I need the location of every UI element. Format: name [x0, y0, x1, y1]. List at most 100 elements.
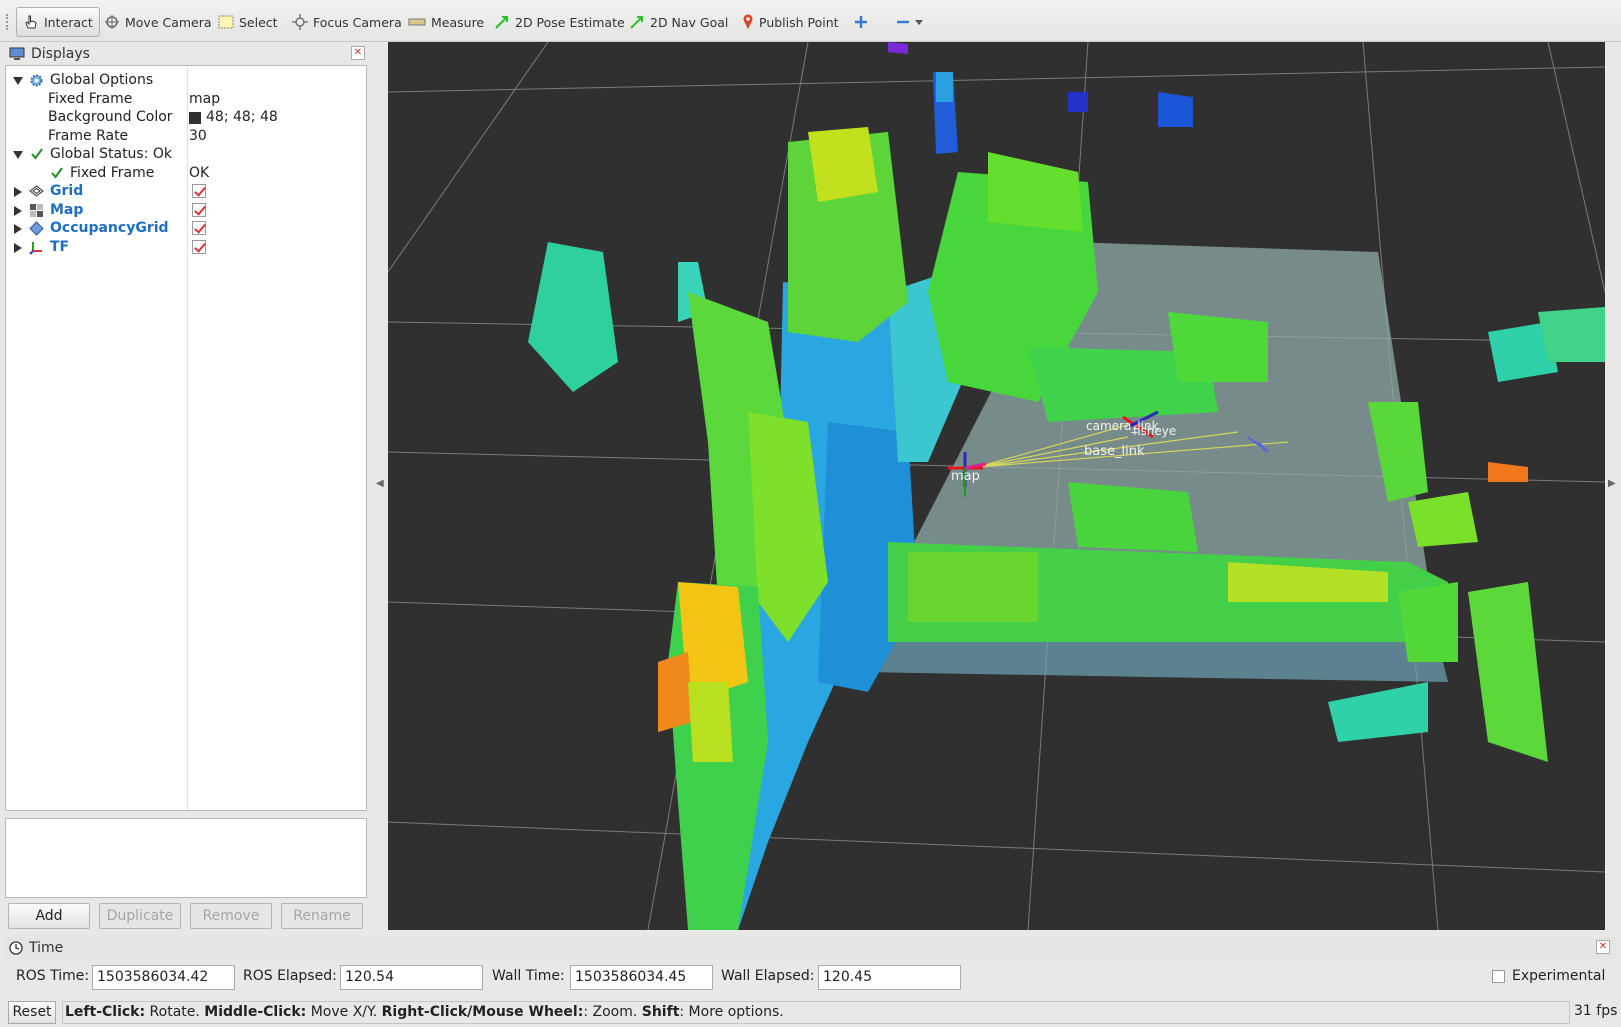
checkbox-checked[interactable]: [192, 184, 206, 198]
background-color-text: 48; 48; 48: [206, 109, 278, 125]
checkmark-icon: [31, 148, 43, 160]
toolbar-grip[interactable]: [6, 14, 10, 30]
color-swatch: [189, 111, 201, 124]
gear-icon: [30, 74, 43, 87]
ros-time-field[interactable]: 1503586034.42: [92, 965, 235, 990]
tree-row-tf[interactable]: TF: [6, 238, 366, 257]
close-time-button[interactable]: ✕: [1596, 940, 1610, 954]
grid-icon: [29, 185, 44, 197]
map-pin-icon: [743, 14, 753, 29]
displays-tree: Global Options Fixed Frame map Backgroun…: [5, 65, 367, 811]
measure-tool-button[interactable]: Measure: [402, 7, 490, 37]
map-frame-label: map: [951, 469, 980, 484]
fps-readout: 31 fps: [1574, 1003, 1618, 1019]
map-icon: [30, 204, 43, 217]
remove-display-button[interactable]: Remove: [190, 903, 272, 929]
tree-label: Frame Rate: [48, 128, 129, 144]
tree-label: Map: [50, 202, 84, 218]
checkbox-checked[interactable]: [192, 221, 206, 235]
checkmark-icon: [51, 167, 63, 179]
hint-left-click-action: Rotate.: [145, 1004, 205, 1020]
hint-middle-click-action: Move X/Y.: [306, 1004, 382, 1020]
select-tool-button[interactable]: Select: [212, 7, 284, 37]
tree-label: Background Color: [48, 109, 173, 125]
fixed-frame-status-value: OK: [189, 165, 210, 181]
wall-time-label: Wall Time:: [492, 968, 565, 984]
time-panel-title: Time ✕: [5, 937, 1616, 959]
tree-label: Fixed Frame: [70, 165, 155, 181]
green-arrow-icon: [630, 16, 643, 29]
tree-row-global-options[interactable]: Global Options: [6, 71, 366, 90]
background-color-value[interactable]: 48; 48; 48: [189, 108, 278, 127]
axes-icon: [29, 242, 42, 255]
publish-point-tool-button[interactable]: Publish Point: [736, 7, 845, 37]
tree-label: TF: [50, 239, 70, 255]
remove-tool-menu-button[interactable]: [890, 7, 929, 37]
hint-shift: Shift: [641, 1004, 680, 1020]
render-viewport[interactable]: map base_link camera_link fisheye: [388, 42, 1605, 930]
collapse-arrow-icon[interactable]: [13, 224, 23, 234]
select-tool-label: Select: [239, 14, 278, 30]
measure-tool-label: Measure: [431, 14, 485, 30]
wall-elapsed-label: Wall Elapsed:: [721, 968, 815, 984]
wall-elapsed-field[interactable]: 120.45: [818, 965, 961, 990]
ros-time-label: ROS Time:: [16, 968, 90, 984]
tree-row-background-color[interactable]: Background Color 48; 48; 48: [6, 108, 366, 127]
rename-display-button[interactable]: Rename: [281, 903, 363, 929]
tree-row-occupancygrid[interactable]: OccupancyGrid: [6, 219, 366, 238]
collapse-left-arrow-icon[interactable]: ◀: [376, 478, 384, 489]
interact-tool-label: Interact: [44, 14, 93, 30]
wall-time-field[interactable]: 1503586034.45: [570, 965, 713, 990]
2d-pose-estimate-tool-button[interactable]: 2D Pose Estimate: [488, 7, 631, 37]
monitor-icon: [9, 47, 25, 60]
focus-crosshair-icon: [292, 14, 308, 30]
duplicate-display-button[interactable]: Duplicate: [99, 903, 181, 929]
close-displays-button[interactable]: ✕: [351, 46, 365, 60]
3d-scene[interactable]: map base_link camera_link fisheye: [388, 42, 1605, 930]
tree-row-fixed-frame[interactable]: Fixed Frame map: [6, 90, 366, 109]
tree-row-global-status[interactable]: Global Status: Ok: [6, 145, 366, 164]
focus-camera-tool-button[interactable]: Focus Camera: [286, 7, 408, 37]
plus-icon: [855, 16, 867, 28]
fisheye-frame-label: fisheye: [1133, 424, 1176, 438]
expand-arrow-icon[interactable]: [13, 150, 23, 160]
green-arrow-icon: [495, 16, 508, 29]
map-enabled-checkbox[interactable]: [192, 203, 206, 217]
collapse-arrow-icon[interactable]: [13, 206, 23, 216]
checkbox-checked[interactable]: [192, 203, 206, 217]
move-camera-tool-button[interactable]: Move Camera: [98, 7, 218, 37]
add-tool-button[interactable]: [848, 7, 874, 37]
status-hint-text: Left-Click: Rotate. Middle-Click: Move X…: [62, 1001, 1570, 1024]
hint-left-click: Left-Click:: [65, 1004, 146, 1020]
tf-enabled-checkbox[interactable]: [192, 240, 206, 254]
collapse-right-arrow-icon[interactable]: ▶: [1608, 478, 1616, 489]
fixed-frame-value[interactable]: map: [189, 90, 220, 109]
hint-shift-action: : More options.: [679, 1004, 784, 1020]
reset-button[interactable]: Reset: [8, 1001, 56, 1024]
hint-middle-click: Middle-Click:: [204, 1004, 307, 1020]
expand-arrow-icon[interactable]: [13, 76, 23, 86]
tree-row-frame-rate[interactable]: Frame Rate 30: [6, 127, 366, 146]
minus-icon: [897, 20, 909, 24]
tree-label: Global Options: [50, 72, 154, 88]
collapse-arrow-icon[interactable]: [13, 187, 23, 197]
add-display-button[interactable]: Add: [8, 903, 90, 929]
displays-panel: Displays ✕ Global Options Fixed Frame ma…: [5, 43, 367, 811]
occupancygrid-enabled-checkbox[interactable]: [192, 221, 206, 235]
move-camera-tool-label: Move Camera: [125, 14, 212, 30]
interact-tool-button[interactable]: Interact: [16, 7, 100, 37]
grid-enabled-checkbox[interactable]: [192, 184, 206, 198]
frame-rate-value[interactable]: 30: [189, 127, 207, 146]
ruler-icon: [408, 18, 426, 26]
diamond-icon: [29, 221, 44, 236]
experimental-checkbox[interactable]: [1492, 970, 1505, 983]
tree-row-map[interactable]: Map: [6, 201, 366, 220]
tree-row-grid[interactable]: Grid: [6, 182, 366, 201]
collapse-arrow-icon[interactable]: [13, 243, 23, 253]
checkbox-checked[interactable]: [192, 240, 206, 254]
ros-elapsed-field[interactable]: 120.54: [340, 965, 483, 990]
displays-panel-title: Displays ✕: [5, 43, 367, 65]
move-camera-icon: [105, 15, 119, 29]
2d-nav-goal-tool-button[interactable]: 2D Nav Goal: [623, 7, 734, 37]
tree-row-fixed-frame-status[interactable]: Fixed Frame OK: [6, 164, 366, 183]
